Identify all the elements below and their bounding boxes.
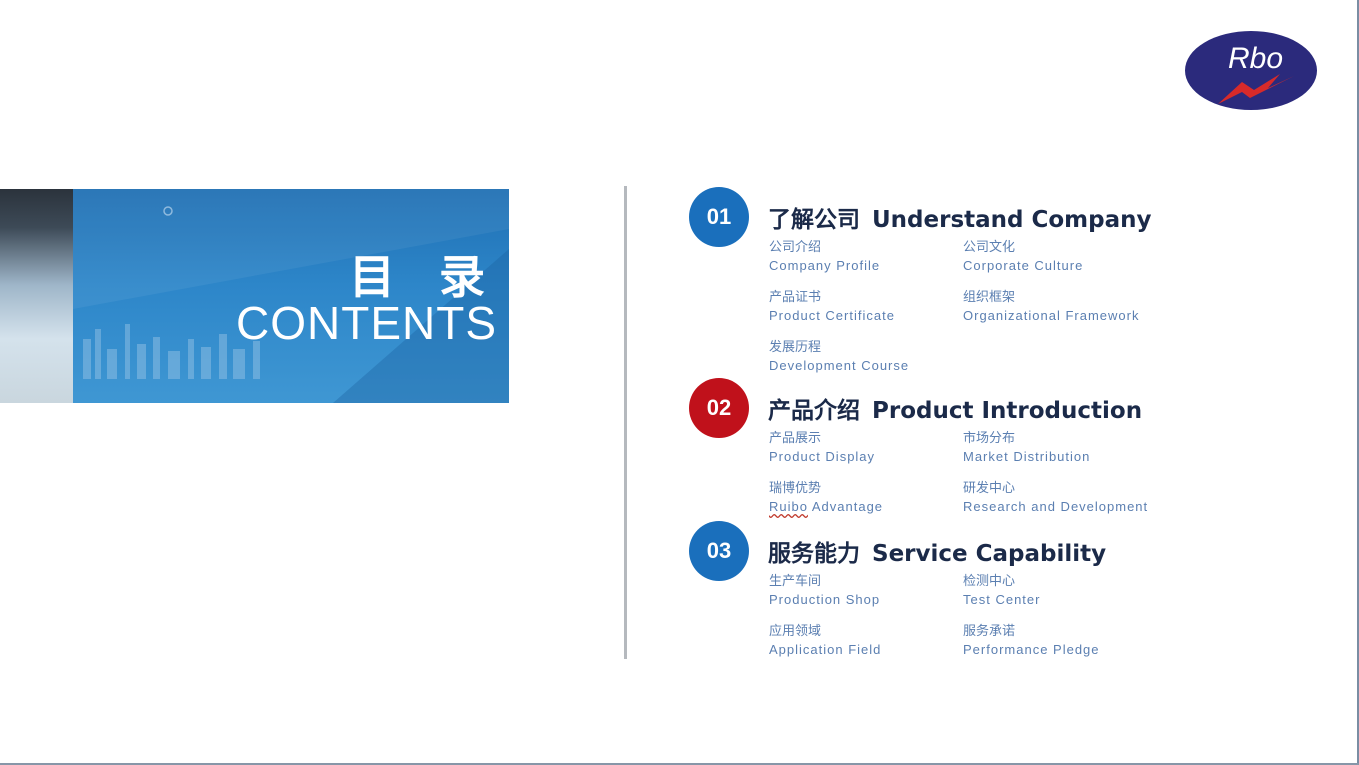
item-market-distribution[interactable]: 市场分布 Market Distribution	[963, 430, 1163, 466]
item-label-cn: 服务承诺	[963, 624, 1016, 639]
item-performance-pledge[interactable]: 服务承诺 Performance Pledge	[963, 623, 1163, 659]
item-label-en: Company Profile	[769, 258, 881, 273]
item-label-en: Application Field	[769, 642, 882, 657]
item-label-cn: 研发中心	[963, 481, 1016, 496]
vertical-divider	[624, 186, 627, 659]
section-title-en: Product Introduction	[872, 398, 1143, 424]
svg-text:Rbo: Rbo	[1228, 42, 1283, 75]
item-application-field[interactable]: 应用领域 Application Field	[769, 623, 969, 659]
item-development-course[interactable]: 发展历程 Development Course	[769, 339, 969, 375]
item-label-en: Organizational Framework	[963, 308, 1140, 323]
item-label-cn: 检测中心	[963, 574, 1016, 589]
item-label-en: Test Center	[963, 592, 1041, 607]
item-label-cn: 市场分布	[963, 431, 1016, 446]
section-title-cn: 服务能力	[768, 541, 860, 567]
item-label-cn: 组织框架	[963, 290, 1016, 305]
section-number-badge: 03	[689, 521, 749, 581]
spellcheck-word: Ruibo	[769, 499, 808, 514]
item-organizational-framework[interactable]: 组织框架 Organizational Framework	[963, 289, 1163, 325]
section-number-badge: 01	[689, 187, 749, 247]
item-label-en: Ruibo Advantage	[769, 498, 969, 516]
section-title: 了解公司 Understand Company	[768, 200, 1152, 234]
contents-title-en: CONTENTS	[236, 297, 497, 349]
section-service-capability: 03 服务能力 Service Capability 生产车间 Productio…	[689, 521, 1339, 661]
item-product-display[interactable]: 产品展示 Product Display	[769, 430, 969, 466]
item-label-cn: 应用领域	[769, 624, 822, 639]
item-label-en: Market Distribution	[963, 449, 1091, 464]
contents-banner: 目 录 CONTENTS	[0, 189, 509, 403]
item-label-en: Development Course	[769, 358, 910, 373]
item-label-en: Product Certificate	[769, 308, 895, 323]
section-title-en: Understand Company	[872, 207, 1152, 233]
item-label-cn: 发展历程	[769, 340, 822, 355]
item-label-cn: 产品展示	[769, 431, 822, 446]
item-label-en: Product Display	[769, 449, 876, 464]
section-number-badge: 02	[689, 378, 749, 438]
item-label-en-rest: Advantage	[807, 499, 884, 514]
item-label-cn: 生产车间	[769, 574, 822, 589]
item-label-en: Research and Development	[963, 499, 1149, 514]
item-research-development[interactable]: 研发中心 Research and Development	[963, 480, 1163, 516]
item-label-en: Performance Pledge	[963, 642, 1100, 657]
item-label-cn: 公司介绍	[769, 240, 822, 255]
section-product-introduction: 02 产品介绍 Product Introduction 产品展示 Product…	[689, 378, 1339, 518]
section-title-cn: 产品介绍	[768, 398, 860, 424]
section-title-en: Service Capability	[872, 541, 1107, 567]
section-title: 服务能力 Service Capability	[768, 534, 1106, 568]
item-company-profile[interactable]: 公司介绍 Company Profile	[769, 239, 969, 275]
section-understand-company: 01 了解公司 Understand Company 公司介绍 Company P…	[689, 187, 1339, 377]
item-label-cn: 公司文化	[963, 240, 1016, 255]
item-label-cn: 产品证书	[769, 290, 822, 305]
item-ruibo-advantage[interactable]: 瑞博优势 Ruibo Advantage	[769, 480, 969, 516]
item-test-center[interactable]: 检测中心 Test Center	[963, 573, 1163, 609]
rbo-logo: Rbo	[1185, 31, 1317, 110]
item-label-en: Production Shop	[769, 592, 881, 607]
item-corporate-culture[interactable]: 公司文化 Corporate Culture	[963, 239, 1163, 275]
section-title: 产品介绍 Product Introduction	[768, 391, 1142, 425]
item-label-cn: 瑞博优势	[769, 481, 822, 496]
section-title-cn: 了解公司	[768, 207, 860, 233]
banner-blue-panel: 目 录 CONTENTS	[73, 189, 509, 403]
item-product-certificate[interactable]: 产品证书 Product Certificate	[769, 289, 969, 325]
city-skyline-image	[0, 189, 74, 403]
item-production-shop[interactable]: 生产车间 Production Shop	[769, 573, 969, 609]
item-label-en: Corporate Culture	[963, 258, 1084, 273]
